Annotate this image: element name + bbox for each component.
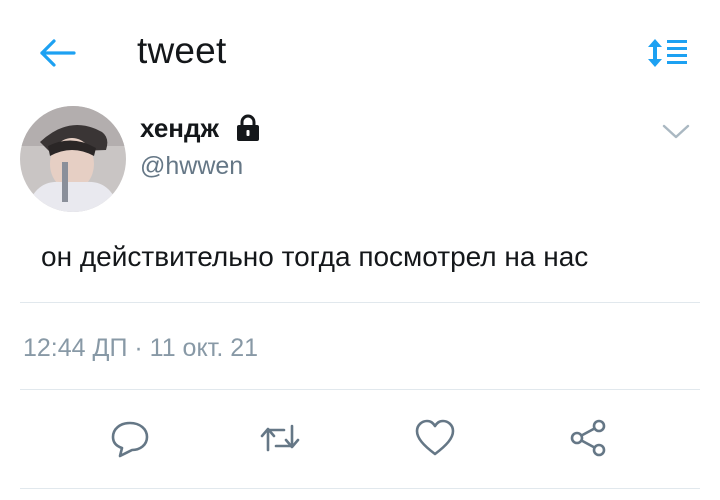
tweet-time: 12:44 ДП (23, 334, 128, 362)
meta-separator: · (127, 334, 150, 362)
tweet-timestamp: 12:44 ДП · 11 окт. 21 (23, 334, 258, 363)
page-title: tweet (137, 30, 227, 71)
retweet-button[interactable] (258, 416, 302, 460)
chevron-down-icon[interactable] (660, 122, 692, 142)
top-app-bar: tweet (0, 0, 720, 100)
sort-updown-icon[interactable] (646, 37, 690, 69)
author-row: хендж (140, 110, 261, 146)
avatar[interactable] (20, 106, 126, 212)
divider (20, 302, 700, 303)
lock-icon (236, 114, 259, 141)
tweet-text: он действительно тогда посмотрел на нас (41, 241, 589, 272)
like-button[interactable] (413, 416, 457, 460)
back-arrow-icon[interactable] (38, 36, 78, 70)
divider (20, 488, 700, 489)
author-handle[interactable]: @hwwen (140, 152, 243, 181)
share-icon (570, 419, 606, 457)
share-button[interactable] (566, 416, 610, 460)
retweet-icon (260, 424, 300, 452)
tweet-date: 11 окт. 21 (149, 334, 259, 362)
reply-icon (111, 421, 149, 458)
like-icon (415, 419, 455, 456)
reply-button[interactable] (108, 416, 152, 460)
author-name[interactable]: хендж (140, 113, 219, 144)
divider (20, 389, 700, 390)
